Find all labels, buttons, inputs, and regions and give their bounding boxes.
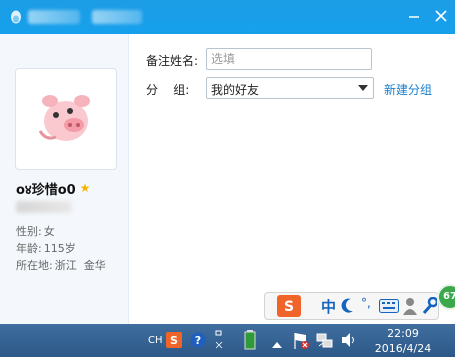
chevron-down-icon — [358, 85, 368, 91]
location-value: 浙江 金华 — [54, 259, 106, 272]
keyboard-icon[interactable] — [379, 299, 399, 316]
blurred-qq-number — [16, 201, 72, 213]
nickname-row: o४珍惜o0 ★ — [16, 179, 91, 198]
location-label: 所在地: — [16, 259, 53, 272]
gender-value: 女 — [43, 225, 55, 238]
group-select-value: 我的好友 — [211, 83, 260, 97]
new-group-link[interactable]: 新建分组 — [384, 81, 432, 98]
ime-chinese-mode[interactable]: 中 — [321, 296, 336, 317]
taskbar-clock[interactable]: 22:09 2016/4/24 — [367, 326, 439, 356]
tray-expand-icon[interactable] — [272, 337, 282, 351]
sogou-logo-icon[interactable]: S — [277, 295, 301, 320]
gender-info: 性别: 女 — [16, 223, 55, 239]
profile-panel: o४珍惜o0 ★ 性别: 女 年龄: 115岁 所在地: 浙江 金华 — [0, 34, 129, 324]
clock-date: 2016/4/24 — [374, 342, 432, 355]
nickname: o४珍惜o0 — [16, 182, 76, 198]
language-indicator[interactable]: CH — [148, 335, 163, 346]
minimize-icon — [409, 16, 419, 18]
sogou-tray-icon[interactable]: S — [166, 332, 182, 351]
network-icon[interactable] — [316, 332, 334, 353]
star-icon: ★ — [79, 181, 91, 195]
volume-icon[interactable] — [341, 332, 357, 351]
clock-time: 22:09 — [387, 327, 419, 340]
wrench-icon[interactable] — [421, 296, 439, 318]
remark-label: 备注姓名: — [146, 54, 199, 68]
blurred-title-text — [28, 10, 80, 24]
close-button[interactable] — [430, 5, 452, 27]
location-info: 所在地: 浙江 金华 — [16, 257, 106, 273]
group-label: 分 组: — [146, 83, 190, 97]
pig-avatar-icon — [38, 95, 90, 141]
svg-text:S: S — [170, 334, 178, 347]
remark-name-input[interactable] — [206, 48, 372, 70]
taskbar: CH S ? 22:09 2016/4/24 — [0, 324, 455, 357]
age-value: 115岁 — [43, 242, 76, 255]
flag-alert-icon[interactable] — [293, 332, 309, 353]
qq-penguin-icon — [11, 10, 21, 24]
title-bar — [0, 0, 455, 34]
moon-icon[interactable] — [341, 297, 355, 316]
close-icon — [435, 10, 447, 22]
svg-text:S: S — [284, 299, 294, 315]
help-icon[interactable]: ? — [190, 332, 206, 351]
avatar[interactable] — [15, 68, 117, 170]
speed-badge[interactable]: 67 — [437, 284, 455, 310]
gender-label: 性别: — [16, 225, 42, 238]
group-select[interactable]: 我的好友 — [206, 77, 374, 99]
svg-text:?: ? — [195, 334, 201, 347]
battery-icon[interactable] — [244, 330, 256, 353]
ime-punctuation[interactable]: °, — [361, 296, 371, 310]
ime-toolbar: S 中 °, — [264, 292, 439, 320]
age-info: 年龄: 115岁 — [16, 240, 76, 256]
ime-options-icon[interactable] — [214, 329, 224, 354]
user-icon[interactable] — [403, 297, 417, 318]
age-label: 年龄: — [16, 242, 42, 255]
blurred-title-text — [92, 10, 142, 24]
minimize-button[interactable] — [403, 5, 425, 27]
